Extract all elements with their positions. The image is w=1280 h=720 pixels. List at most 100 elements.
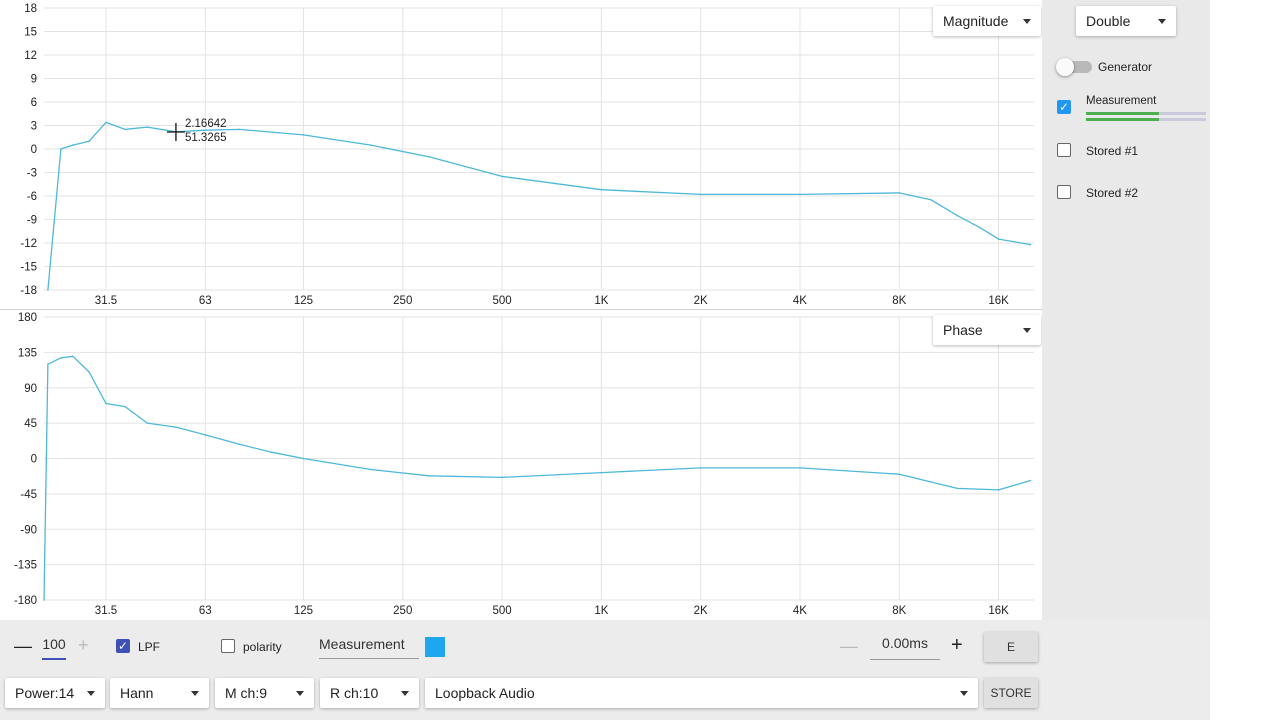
phase-chart[interactable]: 180 135 90 45 0 -45 -90 -135 -180 31.5 63 125 250 500…: [0, 310, 1042, 620]
chevron-down-icon: [960, 690, 968, 696]
phase-data-point: [88, 371, 90, 373]
lpf-checkbox[interactable]: ✓: [116, 639, 130, 653]
magnitude-data-point: [105, 121, 107, 124]
phase-x-tick-label: 16K: [988, 605, 1009, 617]
phase-data-point: [898, 473, 901, 476]
lpf-label: LPF: [138, 640, 161, 654]
delay-decrement-button[interactable]: —: [840, 636, 858, 657]
power-dropdown[interactable]: Power:14: [5, 678, 105, 708]
magnitude-data-point: [369, 144, 372, 146]
phase-y-tick-label: 135: [18, 347, 37, 359]
phase-grid: [44, 316, 1034, 601]
window-dropdown[interactable]: Hann: [110, 678, 209, 708]
phase-data-point: [302, 457, 305, 460]
magnitude-y-tick-label: 18: [24, 3, 37, 15]
m-channel-dropdown[interactable]: M ch:9: [215, 678, 314, 708]
phase-x-tick-label: 500: [492, 605, 511, 617]
magnitude-x-tick-label: 16K: [988, 295, 1009, 307]
phase-data-point: [238, 443, 241, 446]
phase-y-tick-label: -90: [20, 524, 37, 536]
magnitude-data-point: [60, 148, 62, 150]
phase-data-point: [175, 426, 177, 428]
chevron-down-icon: [1023, 18, 1031, 24]
measurement-trace-label: Measurement: [1086, 95, 1157, 107]
phase-data-point: [204, 434, 207, 436]
magnitude-data-point: [124, 128, 126, 131]
magnitude-y-tick-label: 15: [24, 27, 37, 39]
magnitude-data-point: [501, 175, 503, 178]
chevron-down-icon: [401, 690, 409, 696]
magnitude-data-point: [956, 214, 959, 217]
phase-data-point: [47, 363, 49, 365]
magnitude-data-point: [238, 128, 241, 131]
magnitude-data-point: [600, 188, 603, 191]
magnitude-y-tick-label: -3: [27, 168, 37, 180]
audio-device-dropdown[interactable]: Loopback Audio: [425, 678, 978, 708]
magnitude-y-tick-label: -15: [20, 262, 37, 274]
r-channel-dropdown[interactable]: R ch:10: [320, 678, 419, 708]
phase-data-point: [428, 474, 430, 477]
phase-y-tick-label: 0: [31, 454, 37, 466]
phase-view-label: Phase: [943, 322, 983, 338]
magnitude-data-point: [146, 126, 149, 128]
smoothing-increment-button[interactable]: +: [78, 635, 89, 656]
magnitude-data-point: [1029, 243, 1032, 246]
phase-x-tick-label: 250: [393, 605, 412, 617]
magnitude-y-tick-label: -18: [20, 285, 37, 297]
phase-data-point: [146, 422, 149, 424]
phase-y-tick-label: 90: [24, 383, 37, 395]
delay-value: 0.00ms: [882, 635, 928, 651]
chevron-down-icon: [191, 690, 199, 696]
phase-data-point: [72, 355, 74, 358]
magnitude-view-label: Magnitude: [943, 13, 1009, 29]
smoothing-value-field[interactable]: 100: [42, 636, 66, 660]
measurement-name-value: Measurement: [319, 636, 405, 652]
polarity-checkbox[interactable]: [221, 639, 235, 653]
cursor-readout-value: 2.16642: [185, 118, 227, 130]
magnitude-data-point: [978, 226, 981, 229]
trace-color-swatch[interactable]: [425, 637, 445, 657]
chevron-down-icon: [296, 690, 304, 696]
store-button[interactable]: STORE: [984, 678, 1038, 708]
stored1-label: Stored #1: [1086, 144, 1139, 158]
magnitude-x-tick-label: 2K: [694, 295, 708, 307]
stored2-checkbox[interactable]: [1057, 185, 1071, 199]
phase-view-dropdown[interactable]: Phase: [933, 315, 1041, 345]
smoothing-decrement-button[interactable]: —: [14, 636, 32, 657]
magnitude-y-tick-label: -6: [27, 191, 37, 203]
r-channel-dropdown-label: R ch:10: [330, 685, 379, 701]
magnitude-y-tick-label: 0: [31, 144, 37, 156]
phase-data-point: [501, 476, 503, 479]
phase-data-point: [699, 467, 702, 469]
measurement-checkbox[interactable]: ✓: [1057, 100, 1071, 114]
magnitude-y-tick-label: -12: [20, 238, 37, 250]
webcam-area: [1210, 0, 1280, 720]
check-icon: ✓: [117, 639, 129, 653]
chevron-down-icon: [87, 690, 95, 696]
delay-field[interactable]: 0.00ms: [870, 635, 940, 660]
control-bar: — 100 + ✓ LPF polarity Measurement — 0.0…: [0, 620, 1210, 720]
chevron-down-icon: [1023, 327, 1031, 333]
phase-data-point: [60, 357, 62, 359]
phase-data-point: [105, 402, 107, 405]
magnitude-view-dropdown[interactable]: Magnitude: [933, 6, 1041, 36]
generator-toggle[interactable]: [1056, 58, 1096, 76]
magnitude-data-point: [930, 199, 933, 201]
stored1-checkbox[interactable]: [1057, 143, 1071, 157]
magnitude-y-tick-label: -9: [27, 215, 37, 227]
measurement-name-field[interactable]: Measurement: [319, 636, 419, 659]
magnitude-data-point: [72, 144, 74, 146]
e-button[interactable]: E: [984, 632, 1038, 662]
magnitude-chart[interactable]: 1815129630-3-6-9-12-15-1831.5 63 125 250 500…: [0, 0, 1042, 310]
check-icon: ✓: [1058, 100, 1070, 114]
magnitude-data-point: [997, 238, 1000, 240]
mode-dropdown[interactable]: Double: [1076, 6, 1176, 36]
magnitude-x-tick-label: 1K: [594, 295, 608, 307]
delay-increment-button[interactable]: +: [951, 634, 963, 657]
magnitude-y-tick-label: 12: [24, 50, 37, 62]
phase-y-tick-label: 45: [24, 418, 37, 430]
magnitude-x-tick-label: 8K: [892, 295, 906, 307]
phase-y-tick-label: 180: [18, 312, 37, 324]
mode-dropdown-label: Double: [1086, 13, 1131, 29]
level-bar-fill: [1086, 112, 1159, 115]
